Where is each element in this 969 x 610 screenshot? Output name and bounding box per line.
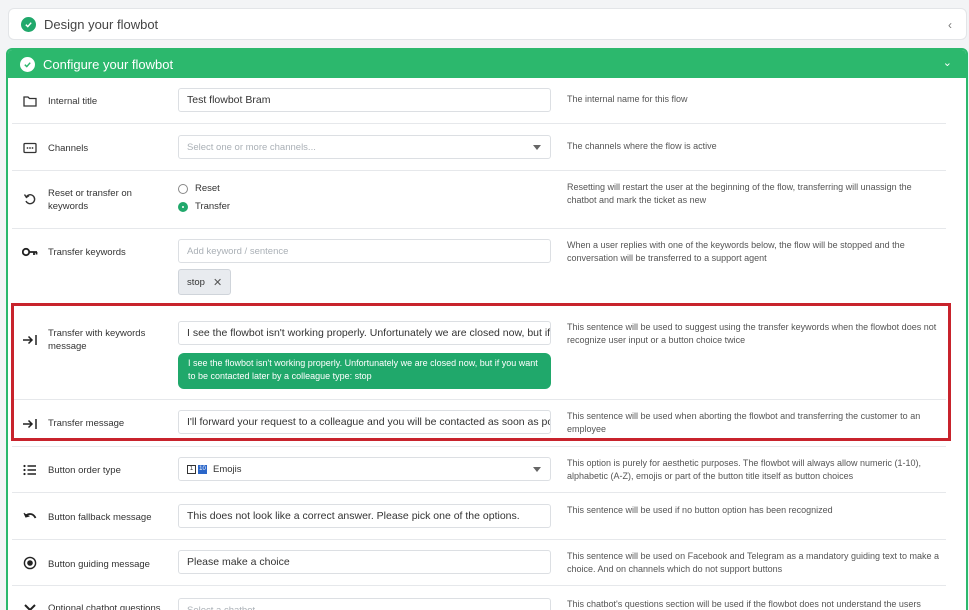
- internal-title-label: Internal title: [48, 96, 98, 107]
- button-fallback-label: Button fallback message: [48, 512, 152, 523]
- radio-reset[interactable]: Reset: [178, 183, 220, 194]
- list-icon: [22, 462, 38, 478]
- channels-icon: [22, 140, 38, 156]
- caret-down-icon: [533, 467, 541, 472]
- design-panel-title: Design your flowbot: [44, 16, 159, 32]
- transfer-keywords-message-desc: This sentence will be used to suggest us…: [567, 322, 937, 345]
- folder-icon: [22, 93, 38, 109]
- keyword-tag-label: stop: [187, 276, 205, 288]
- transfer-keywords-label: Transfer keywords: [48, 247, 126, 258]
- radio-icon: [22, 555, 38, 571]
- configure-panel-header[interactable]: Configure your flowbot ⌄: [8, 50, 966, 78]
- row-transfer-message: Transfer message I'll forward your reque…: [12, 400, 946, 447]
- design-flowbot-panel[interactable]: Design your flowbot ‹: [8, 8, 967, 40]
- message-preview-bubble: I see the flowbot isn't working properly…: [178, 353, 551, 389]
- internal-title-input[interactable]: Test flowbot Bram: [178, 88, 551, 112]
- channels-select[interactable]: Select one or more channels...: [178, 135, 551, 159]
- transfer-keywords-message-input[interactable]: I see the flowbot isn't working properly…: [178, 321, 551, 345]
- button-order-type-desc: This option is purely for aesthetic purp…: [567, 458, 921, 481]
- transfer-message-label: Transfer message: [48, 418, 125, 429]
- channels-desc: The channels where the flow is active: [567, 141, 717, 151]
- radio-transfer[interactable]: Transfer: [178, 201, 230, 212]
- transfer-keywords-input[interactable]: Add keyword / sentence: [178, 239, 551, 263]
- caret-down-icon: [533, 145, 541, 150]
- transfer-icon: [22, 416, 38, 432]
- keycap-ten-icon: 10: [198, 464, 207, 474]
- row-button-fallback: Button fallback message This does not lo…: [12, 493, 946, 540]
- transfer-message-input[interactable]: I'll forward your request to a colleague…: [178, 410, 551, 434]
- chevron-left-icon[interactable]: ‹: [948, 18, 952, 32]
- transfer-icon: [22, 332, 38, 348]
- transfer-keywords-desc: When a user replies with one of the keyw…: [567, 240, 905, 263]
- transfer-keywords-message-label: Transfer with keywords message: [48, 328, 146, 352]
- button-fallback-desc: This sentence will be used if no button …: [567, 505, 833, 515]
- radio-transfer-label: Transfer: [195, 201, 231, 212]
- keycap-one-icon: 1: [187, 464, 196, 474]
- configure-panel-title: Configure your flowbot: [43, 56, 174, 72]
- remove-tag-icon[interactable]: ✕: [213, 276, 222, 289]
- button-order-type-select[interactable]: 1 10 Emojis: [178, 457, 551, 481]
- optional-questions-select[interactable]: Select a chatbot: [178, 598, 551, 610]
- internal-title-desc: The internal name for this flow: [567, 94, 688, 104]
- button-order-type-label: Button order type: [48, 465, 121, 476]
- optional-questions-label: Optional chatbot questions: [48, 603, 161, 610]
- check-circle-icon: [20, 56, 35, 72]
- row-channels: Channels Select one or more channels... …: [12, 124, 946, 171]
- optional-questions-desc: This chatbot's questions section will be…: [567, 599, 921, 609]
- row-internal-title: Internal title Test flowbot Bram The int…: [12, 77, 946, 124]
- reset-transfer-label: Reset or transfer on keywords: [48, 188, 132, 212]
- keyword-tag: stop ✕: [178, 269, 232, 295]
- row-transfer-keywords-message: Transfer with keywords message I see the…: [12, 305, 946, 400]
- transfer-message-desc: This sentence will be used when aborting…: [567, 411, 921, 434]
- radio-reset-label: Reset: [195, 183, 220, 194]
- row-reset-transfer: Reset or transfer on keywords Reset Tran…: [12, 171, 946, 229]
- row-transfer-keywords: Transfer keywords Add keyword / sentence…: [12, 229, 946, 305]
- button-guiding-input[interactable]: Please make a choice: [178, 550, 551, 574]
- reset-transfer-desc: Resetting will restart the user at the b…: [567, 182, 912, 205]
- reset-icon: [22, 191, 38, 207]
- radio-transfer-dot[interactable]: [178, 201, 188, 212]
- row-button-guiding: Button guiding message Please make a cho…: [12, 540, 946, 586]
- chevron-down-icon: [22, 600, 38, 610]
- channels-label: Channels: [48, 143, 89, 154]
- radio-reset-dot[interactable]: [178, 183, 188, 194]
- row-button-order-type: Button order type 1 10 Emojis This optio…: [12, 447, 946, 493]
- chevron-down-icon[interactable]: ⌄: [943, 56, 952, 69]
- button-guiding-label: Button guiding message: [48, 559, 150, 570]
- button-fallback-input[interactable]: This does not look like a correct answer…: [178, 504, 551, 528]
- button-order-type-value: Emojis: [213, 463, 242, 475]
- key-icon: [22, 244, 38, 260]
- check-circle-icon: [21, 16, 36, 32]
- row-optional-questions: Optional chatbot questions Select a chat…: [12, 586, 946, 610]
- channels-placeholder: Select one or more channels...: [187, 141, 316, 153]
- undo-icon: [22, 509, 38, 525]
- button-guiding-desc: This sentence will be used on Facebook a…: [567, 551, 940, 574]
